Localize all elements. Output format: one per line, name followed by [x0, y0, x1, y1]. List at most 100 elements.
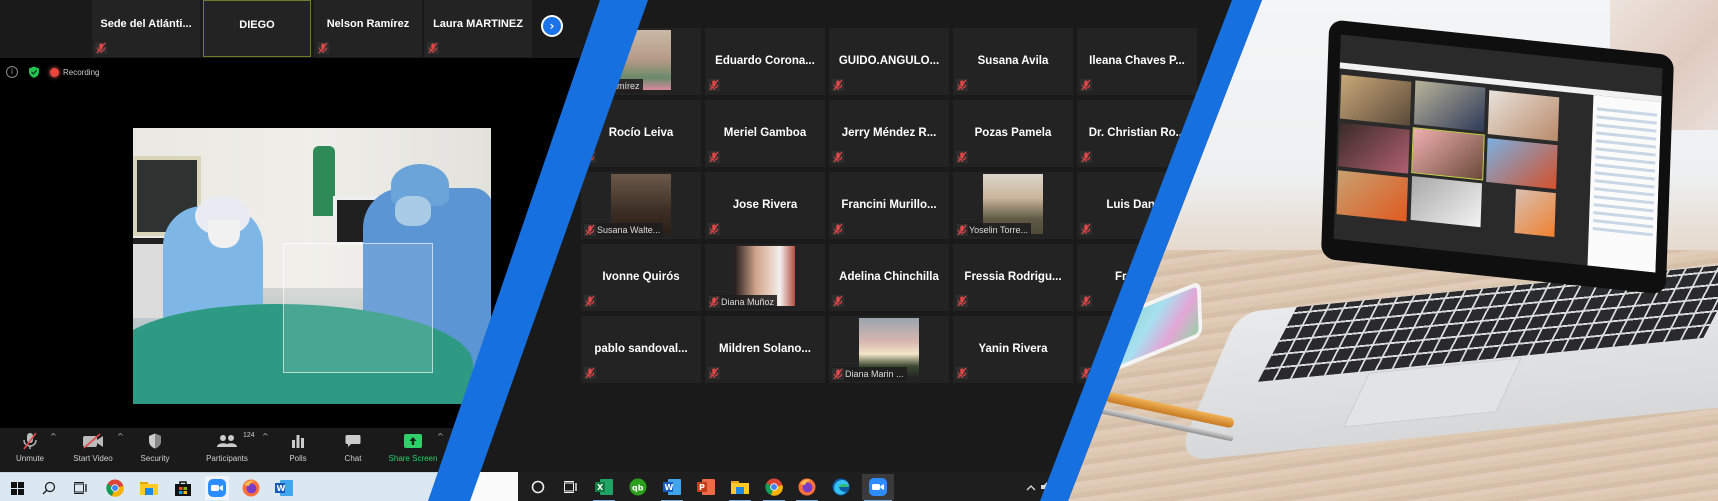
participant-tile[interactable]: Yanin Rivera [953, 316, 1073, 383]
meeting-info-bar: i Recording [6, 64, 99, 80]
audio-options-caret[interactable]: ^ [50, 432, 57, 441]
participant-tile[interactable]: Diana Muñoz [705, 244, 825, 311]
cortana-circle-icon [531, 480, 545, 494]
participant-tile[interactable]: Yoselin Torre... [953, 172, 1073, 239]
taskbar-zoom[interactable] [862, 474, 894, 501]
info-icon[interactable]: i [6, 66, 18, 78]
recording-label: Recording [63, 67, 100, 77]
share-screen-label: Share Screen [388, 454, 438, 463]
participant-name: Dr. Christian Ro... [1088, 127, 1186, 139]
mic-off-icon [832, 79, 844, 91]
mic-off-icon [427, 42, 439, 54]
windows-start-button[interactable] [5, 476, 29, 500]
strip-tile[interactable]: Nelson Ramírez [314, 0, 422, 57]
taskbar-quickbooks[interactable]: qb [625, 474, 651, 500]
encryption-shield-icon[interactable] [28, 66, 40, 78]
volume-button[interactable] [1034, 474, 1060, 500]
mic-off-icon [584, 367, 596, 379]
mic-off-icon [584, 224, 596, 236]
task-view-button[interactable] [558, 474, 584, 500]
mic-off-icon [956, 367, 968, 379]
participant-name: Pozas Pamela [974, 127, 1052, 139]
participant-tile[interactable]: Jose Rivera [705, 172, 825, 239]
taskbar-store[interactable] [171, 476, 195, 500]
mic-off-icon [708, 296, 720, 308]
taskbar-firefox[interactable] [239, 476, 263, 500]
zoom-app-icon [208, 479, 226, 497]
taskbar-word[interactable]: W [272, 476, 296, 500]
participant-name: Fressia Rodrigu... [964, 271, 1062, 283]
participant-tile[interactable]: Mildren Solano... [705, 316, 825, 383]
svg-text:qb: qb [632, 484, 644, 493]
chevron-right-icon: › [543, 17, 561, 35]
participant-tile[interactable]: Dr. Christian Ro... [1077, 100, 1197, 167]
participant-name: Diana Marin ... [845, 369, 904, 379]
mic-off-icon [956, 224, 968, 236]
taskbar-edge[interactable] [828, 474, 854, 500]
excel-icon: X [595, 479, 613, 495]
svg-text:W: W [277, 484, 286, 493]
task-view-button[interactable] [69, 476, 93, 500]
chat-label: Chat [344, 454, 362, 463]
word-icon: W [275, 480, 293, 496]
store-bag-icon [175, 481, 191, 496]
polls-label: Polls [289, 454, 307, 463]
participant-name: Yoselin Torre... [969, 225, 1029, 235]
strip-tile[interactable]: Sede del Atlánti... [92, 0, 200, 57]
windows-logo-icon [10, 481, 24, 495]
taskbar-search-box[interactable] [428, 472, 518, 501]
participant-tile[interactable]: Eduardo Corona... [705, 28, 825, 95]
participant-name: Laura MARTINEZ [433, 18, 523, 30]
participant-tile[interactable]: Pozas Pamela [953, 100, 1073, 167]
taskbar-file-explorer[interactable] [727, 474, 753, 501]
taskbar-excel[interactable]: X [591, 474, 617, 501]
participant-tile[interactable]: Susana Avila [953, 28, 1073, 95]
participant-tile[interactable]: Ileana Chaves P... [1077, 28, 1197, 95]
svg-text:W: W [665, 483, 674, 492]
search-button[interactable] [37, 476, 61, 500]
strip-tile-active-speaker[interactable]: DIEGO [203, 0, 311, 57]
participant-tile[interactable]: Adelina Chinchilla [829, 244, 949, 311]
participant-name: Rocío Leiva [608, 127, 674, 139]
task-view-icon [564, 481, 577, 493]
participant-name: Mildren Solano... [718, 343, 811, 355]
strip-tile[interactable]: Laura MARTINEZ [424, 0, 532, 57]
participant-name: Jose Rivera [732, 199, 798, 211]
participant-name: Luis Daniel [1106, 199, 1168, 211]
participant-tile[interactable]: Fressia Rodrigu... [953, 244, 1073, 311]
cortana-button[interactable] [525, 474, 551, 500]
participant-tile[interactable]: Ivonne Quirós [581, 244, 701, 311]
participant-name: Meriel Gamboa [723, 127, 807, 139]
word-icon: W [663, 479, 681, 495]
mic-off-icon [1080, 223, 1092, 235]
share-options-caret[interactable]: ^ [437, 432, 444, 441]
security-button[interactable]: Security [120, 430, 190, 463]
taskbar-firefox[interactable] [794, 474, 820, 501]
participant-tile[interactable]: Francini Murillo... [829, 172, 949, 239]
polls-chart-icon [292, 435, 304, 448]
taskbar-chrome[interactable] [103, 476, 127, 500]
mic-muted-icon [23, 432, 37, 450]
participant-name: Yanin Rivera [978, 343, 1048, 355]
participant-tile[interactable]: Meriel Gamboa [705, 100, 825, 167]
taskbar-file-explorer[interactable] [137, 476, 161, 500]
participant-name: Ivonne Quirós [602, 271, 680, 283]
next-page-button[interactable]: › [541, 15, 563, 37]
recording-indicator[interactable]: Recording [50, 67, 100, 77]
share-screen-arrow-icon [404, 434, 422, 448]
participant-tile[interactable]: Jerry Méndez R... [829, 100, 949, 167]
participant-name: Nelson Ramírez [326, 18, 410, 30]
participant-name: DIEGO [239, 19, 275, 31]
taskbar-chrome[interactable] [761, 474, 787, 501]
participant-tile[interactable]: GUIDO.ANGULO... [829, 28, 949, 95]
participant-tile[interactable]: Diana Marin ... [829, 316, 949, 383]
laptop-screen-zoom-meeting [1333, 34, 1663, 273]
folder-icon [140, 482, 158, 495]
mic-off-icon [708, 151, 720, 163]
taskbar-word[interactable]: W [659, 474, 685, 501]
mic-off-icon [95, 42, 107, 54]
taskbar-powerpoint[interactable]: P [693, 474, 719, 500]
participant-tile[interactable]: pablo sandoval... [581, 316, 701, 383]
participant-tile[interactable]: Susana Walte... [581, 172, 701, 239]
taskbar-zoom[interactable] [205, 476, 229, 500]
